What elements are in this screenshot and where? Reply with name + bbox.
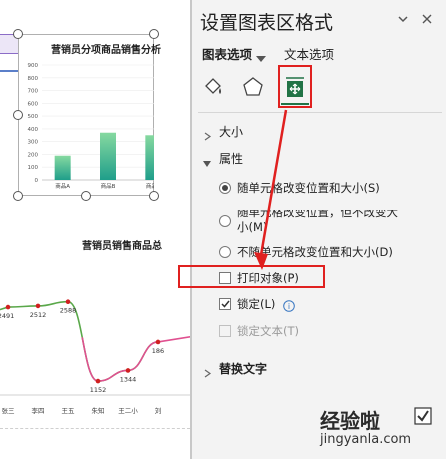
chart-1-x-label: 商品C — [146, 182, 154, 190]
chart-1-y-tick-label: 100 — [28, 165, 39, 171]
label-locked[interactable]: 锁定(L) — [237, 296, 275, 312]
watermark-url: jingyanla.com — [320, 432, 412, 447]
chart-2-point — [35, 303, 41, 309]
format-chart-area-pane: 设置图表区格式 图表选项 文本选项 大小 属性 随单元格改变位置和大小(S) 随… — [192, 0, 446, 459]
resize-handle-top-left[interactable] — [13, 29, 23, 39]
pane-title: 设置图表区格式 — [200, 12, 334, 34]
label-no-move-no-size[interactable]: 不随单元格改变位置和大小(D) — [237, 244, 393, 260]
chart-1-bar — [54, 155, 71, 180]
chart-2-title: 营销员销售商品总 — [82, 241, 162, 252]
section-properties[interactable]: 属性 — [219, 150, 243, 167]
chart-1-y-tick-label: 600 — [28, 101, 39, 107]
blue-line — [0, 70, 18, 72]
chart-1-y-tick-label: 800 — [28, 76, 39, 82]
resize-handle-mid-left[interactable] — [13, 110, 23, 120]
chart-1-bars — [54, 132, 154, 180]
chart-1-bar — [145, 135, 154, 180]
tab-text-options[interactable]: 文本选项 — [284, 44, 334, 63]
chart-2-point-label: 2588 — [60, 307, 77, 315]
chart-1-x-label: 商品A — [55, 182, 70, 190]
chart-1-x-label: 商品B — [101, 182, 116, 190]
tab-chart-options[interactable]: 图表选项 — [202, 44, 252, 63]
chart-2-point-label: 2491 — [0, 312, 14, 320]
chart-1-y-tick-label: 300 — [28, 140, 39, 146]
chart-2-x-label: 王五 — [62, 407, 76, 415]
chart-1-y-tick-label: 0 — [35, 178, 39, 184]
chart-1-y-tick-label: 400 — [28, 127, 39, 133]
chart-1-y-tick-label: 200 — [28, 152, 39, 158]
watermark-check-icon — [414, 407, 432, 425]
highlight-box-icon — [278, 65, 312, 108]
chart-2-series-line — [0, 300, 190, 382]
chart-2-x-label: 刘 — [155, 406, 162, 415]
chart-2-line-segment-pink — [67, 300, 159, 382]
info-icon[interactable]: i — [283, 297, 295, 312]
radio-move-and-size[interactable] — [219, 182, 231, 194]
chart-2-point-label: 186 — [152, 347, 164, 355]
chart-2-point-labels: 2491 2512 2588 1152 1344 186 — [0, 307, 164, 394]
radio-move-no-size[interactable] — [219, 215, 231, 227]
chart-1[interactable]: 营销员分项商品销售分析 900 800 700 600 500 400 300 200 100 0… — [18, 34, 161, 196]
sheet-bottom-divider — [0, 428, 190, 430]
svg-text:i: i — [288, 302, 290, 311]
resize-handle-bottom-mid[interactable] — [81, 191, 91, 201]
chart-2-x-label: 朱知 — [92, 406, 105, 415]
highlight-box-print-object — [178, 265, 325, 288]
label-move-and-size[interactable]: 随单元格改变位置和大小(S) — [237, 180, 380, 196]
chart-2-point — [95, 378, 101, 384]
expand-size-icon[interactable] — [204, 126, 212, 141]
close-icon[interactable] — [421, 10, 433, 24]
chart-2-plot: 2491 2512 2588 1152 1344 186 张三 李四 王五 朱知 王二小 刘 — [0, 299, 190, 415]
chart-2-x-label: 李四 — [32, 406, 45, 415]
chart-2-point — [65, 299, 71, 305]
chart-1-y-tick-label: 900 — [28, 63, 39, 69]
effects-pentagon-icon[interactable] — [242, 76, 264, 98]
chart-2-line-tail — [157, 335, 190, 343]
collapse-properties-icon[interactable] — [203, 153, 212, 167]
chart-2-point-label: 1344 — [120, 375, 137, 383]
chart-1-y-tick-label: 500 — [28, 114, 39, 120]
chart-1-y-ticks: 900 800 700 600 500 400 300 200 100 0 — [28, 63, 39, 184]
resize-handle-top-right[interactable] — [149, 29, 159, 39]
label-move-no-size[interactable]: 随单元格改变位置，但不改变大小(M) — [237, 210, 402, 235]
radio-no-move-no-size[interactable] — [219, 246, 231, 258]
chart-2-point — [125, 368, 131, 373]
chart-1-plot: 900 800 700 600 500 400 300 200 100 0 商品A 商品B 商品C — [28, 63, 154, 190]
resize-handle-bottom-right[interactable] — [149, 191, 159, 201]
chart-2-point-label: 1152 — [90, 386, 107, 394]
chart-2-x-label: 张三 — [2, 406, 16, 415]
checkbox-locked[interactable] — [219, 298, 231, 310]
checkbox-lock-text — [219, 325, 231, 337]
chart-1-bar — [100, 132, 116, 180]
chart-2-point — [5, 304, 11, 310]
chart-2-x-labels: 张三 李四 王五 朱知 王二小 刘 — [2, 406, 162, 415]
chart-2-point-label: 2512 — [30, 311, 47, 319]
expand-alt-text-icon[interactable] — [204, 363, 212, 378]
fill-line-icon[interactable] — [202, 76, 224, 98]
resize-handle-bottom-left[interactable] — [13, 191, 23, 201]
tab-chart-options-dropdown-icon[interactable] — [256, 49, 266, 62]
watermark-text: 经验啦 — [320, 409, 380, 433]
chart-1-x-labels: 商品A 商品B 商品C — [55, 182, 154, 190]
spreadsheet-area: 营销员分项商品销售分析 900 800 700 600 500 400 300 200 100 0… — [0, 0, 190, 459]
label-lock-text: 锁定文本(T) — [237, 324, 299, 338]
chart-2-point — [155, 339, 161, 345]
chart-2-x-label: 王二小 — [118, 406, 138, 415]
section-alt-text[interactable]: 替换文字 — [219, 360, 267, 377]
chart-1-y-tick-label: 700 — [28, 89, 39, 95]
pane-divider — [198, 112, 442, 113]
section-size[interactable]: 大小 — [219, 123, 243, 140]
pane-options-chevron-icon[interactable] — [397, 10, 409, 23]
